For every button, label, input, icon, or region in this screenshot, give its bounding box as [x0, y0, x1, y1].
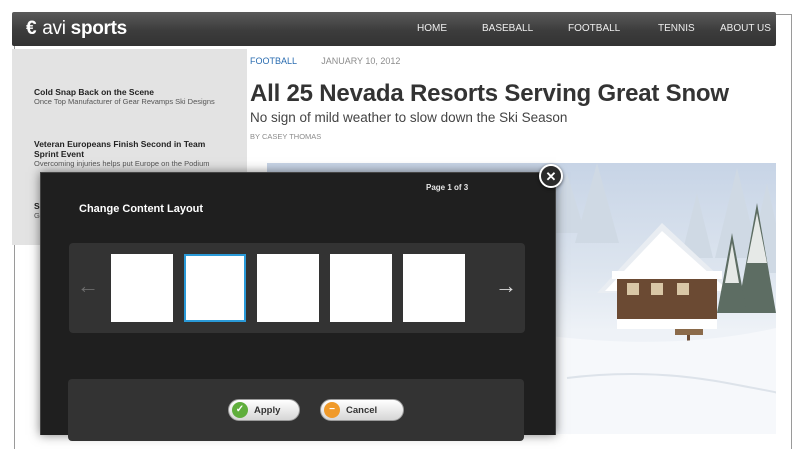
logo-text-bold: sports: [70, 18, 128, 39]
close-icon[interactable]: ✕: [539, 164, 563, 188]
layout-option[interactable]: [403, 254, 465, 322]
nav-football[interactable]: FOOTBALL: [568, 23, 620, 34]
layout-option[interactable]: [257, 254, 319, 322]
sidebar-item-title: Cold Snap Back on the Scene: [34, 87, 154, 97]
nav-about-us[interactable]: ABOUT US: [720, 23, 771, 34]
cancel-button[interactable]: − Cancel: [320, 399, 404, 421]
article-subheadline: No sign of mild weather to slow down the…: [250, 110, 568, 125]
sidebar-item-subtitle: Once Top Manufacturer of Gear Revamps Sk…: [34, 97, 215, 106]
page-indicator: Page 1 of 3: [426, 183, 469, 192]
nav-baseball[interactable]: BASEBALL: [482, 23, 533, 34]
nav-tennis[interactable]: TENNIS: [658, 23, 695, 34]
article-date: JANUARY 10, 2012: [321, 56, 401, 66]
logo-mark-icon: €: [26, 18, 37, 39]
article-meta: FOOTBALL JANUARY 10, 2012: [250, 56, 770, 66]
article-headline: All 25 Nevada Resorts Serving Great Snow: [250, 80, 729, 107]
sidebar-item-title: Veteran Europeans Finish Second in Team …: [34, 139, 206, 159]
layout-option[interactable]: [330, 254, 392, 322]
apply-button-label: Apply: [254, 404, 281, 416]
layout-carousel: ← →: [69, 243, 525, 333]
layout-option[interactable]: [111, 254, 173, 322]
sidebar-item[interactable]: Cold Snap Back on the Scene Once Top Man…: [34, 87, 219, 106]
apply-button[interactable]: ✓ Apply: [228, 399, 300, 421]
article-category-link[interactable]: FOOTBALL: [250, 56, 297, 66]
cancel-button-label: Cancel: [346, 404, 378, 416]
dialog-actions: ✓ Apply − Cancel: [68, 379, 524, 441]
dialog-title: Change Content Layout: [79, 203, 204, 215]
layout-option-selected[interactable]: [184, 254, 246, 322]
top-nav-bar: € avi sports HOME BASEBALL FOOTBALL TENN…: [12, 12, 776, 46]
check-icon: ✓: [232, 402, 248, 418]
sidebar-item[interactable]: Veteran Europeans Finish Second in Team …: [34, 139, 219, 168]
arrow-right-icon[interactable]: →: [495, 275, 517, 297]
nav-home[interactable]: HOME: [417, 23, 447, 34]
minus-icon: −: [324, 402, 340, 418]
sidebar-item-subtitle: Overcoming injuries helps put Europe on …: [34, 159, 210, 168]
logo-text-light: avi: [42, 18, 66, 39]
article-byline: BY CASEY THOMAS: [250, 132, 322, 141]
site-logo[interactable]: € avi sports: [26, 18, 128, 39]
article-header: FOOTBALL JANUARY 10, 2012 All 25 Nevada …: [250, 56, 770, 141]
arrow-left-icon[interactable]: ←: [77, 275, 99, 297]
